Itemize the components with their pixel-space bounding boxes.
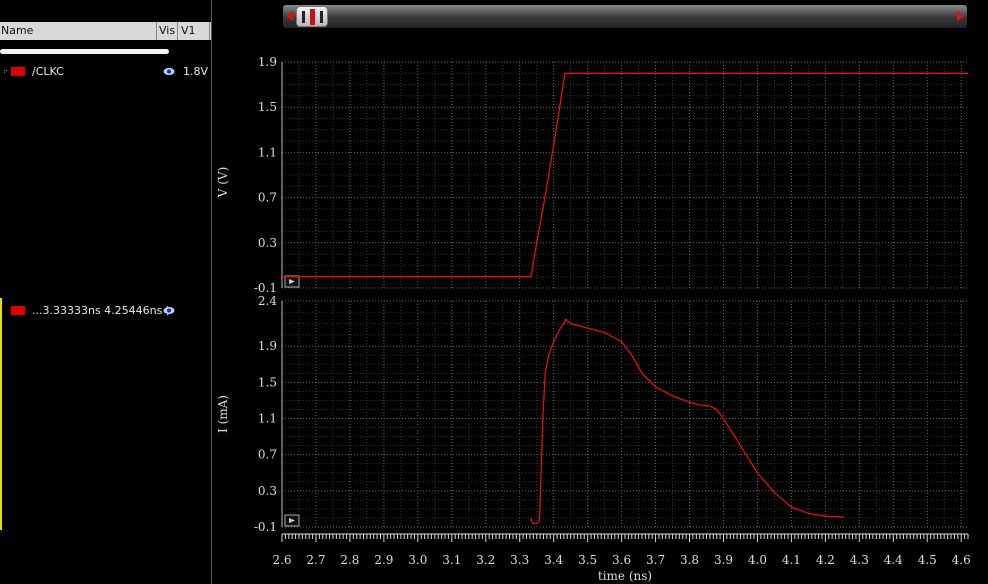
y-tick-label: -0.1 (254, 281, 277, 295)
x-tick-label: 4.0 (748, 553, 767, 567)
x-tick-label: 4.4 (884, 553, 903, 567)
y-axis-label-current: I (mA) (216, 395, 230, 433)
y-tick-label: 2.4 (258, 294, 277, 308)
waveform-plots: -0.1 0.3 0.7 1.1 1.5 1.9 -0.1 0.3 0.7 1.1 1.5 1.9 2… (216, 55, 971, 583)
x-tick-label: 4.5 (918, 553, 937, 567)
x-tick-label: 4.2 (816, 553, 835, 567)
y-tick-label: 0.7 (258, 191, 277, 205)
x-tick-label: 3.7 (646, 553, 665, 567)
x-tick-label: 2.7 (306, 553, 325, 567)
y-tick-label: 1.9 (258, 339, 277, 353)
y-tick-label: 1.1 (258, 145, 277, 159)
y-tick-label: 0.7 (258, 448, 277, 462)
x-axis-label: time (ns) (598, 569, 652, 583)
x-tick-label: 3.5 (578, 553, 597, 567)
y-tick-label: 0.3 (258, 484, 277, 498)
x-tick-label: 4.1 (782, 553, 801, 567)
x-tick-label: 3.9 (714, 553, 733, 567)
y-tick-label: 0.3 (258, 236, 277, 250)
x-tick-label: 2.6 (272, 553, 291, 567)
y-tick-label: 1.5 (258, 375, 277, 389)
series-line (530, 317, 844, 525)
x-tick-label: 3.3 (510, 553, 529, 567)
x-tick-label: 2.9 (374, 553, 393, 567)
current-plot[interactable]: -0.1 0.3 0.7 1.1 1.5 1.9 2.4 (254, 294, 968, 534)
y-tick-label: 1.5 (258, 100, 277, 114)
x-tick-label: 3.4 (544, 553, 563, 567)
x-tick-label: 2.8 (340, 553, 359, 567)
x-tick-label: 4.3 (850, 553, 869, 567)
y-axis-label-voltage: V (V) (216, 167, 230, 199)
voltage-plot[interactable]: -0.1 0.3 0.7 1.1 1.5 1.9 (254, 55, 968, 295)
y-tick-label: 1.1 (258, 412, 277, 426)
y-tick-label: -0.1 (254, 520, 277, 534)
x-tick-label: 3.8 (680, 553, 699, 567)
x-tick-label: 3.0 (408, 553, 427, 567)
x-tick-label: 3.2 (476, 553, 495, 567)
x-tick-label: 3.6 (612, 553, 631, 567)
y-tick-label: 1.9 (258, 55, 277, 69)
x-tick-label: 4.6 (952, 553, 971, 567)
x-tick-label: 3.1 (442, 553, 461, 567)
